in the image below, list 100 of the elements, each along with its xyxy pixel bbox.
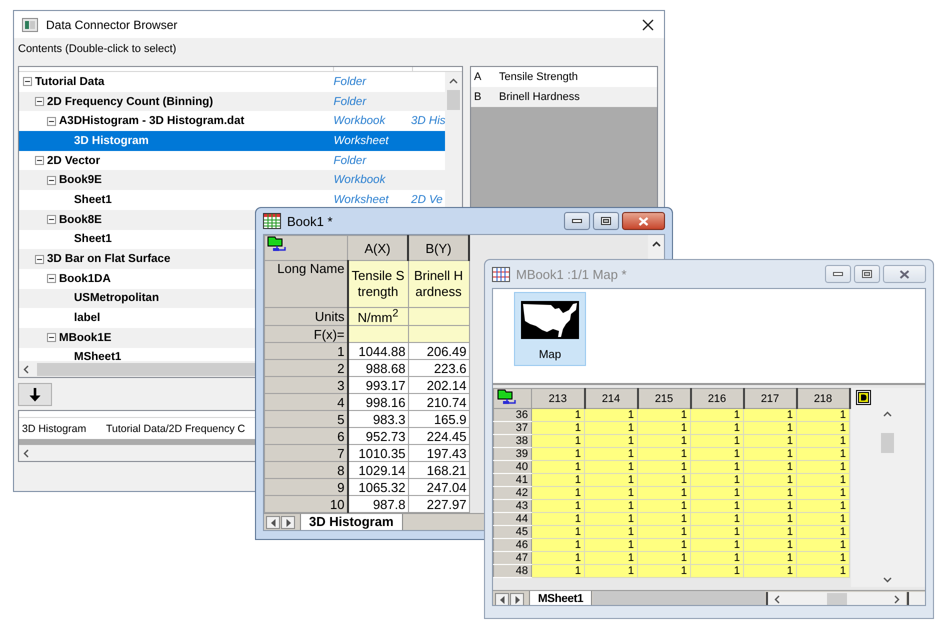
row-number: 44 [494, 512, 532, 526]
table-cell: 1 [584, 434, 638, 448]
long-name-cell: Tensile Strength [348, 260, 408, 308]
table-cell: 1 [532, 564, 584, 578]
table-cell: 1 [584, 526, 638, 538]
table-cell: 1 [690, 538, 744, 552]
row-number: 10 [264, 496, 348, 513]
table-cell: 1029.14 [348, 462, 408, 479]
item-name: Book1DA [59, 272, 111, 285]
item-name: 2D Frequency Count (Binning) [47, 96, 214, 108]
table-cell: 1 [532, 434, 584, 448]
item-name: Sheet1 [74, 233, 112, 246]
table-cell: 1 [584, 448, 638, 460]
row-number: 8 [264, 462, 348, 479]
table-cell: 1 [690, 564, 744, 578]
row-number: 5 [264, 410, 348, 428]
row-number: 40 [494, 460, 532, 474]
table-cell: 1 [690, 512, 744, 526]
table-cell: 206.49 [408, 342, 469, 360]
table-cell: 1 [638, 526, 690, 538]
table-cell: 993.17 [348, 376, 408, 394]
table-cell: 983.3 [348, 410, 408, 428]
column-name: Brinell Hardness [499, 91, 580, 103]
item-type: Folder [334, 154, 366, 167]
row-number: 2 [264, 360, 348, 377]
table-cell: 1 [584, 552, 638, 564]
table-cell: 1 [796, 474, 850, 486]
table-cell: 1 [638, 552, 690, 564]
table-cell: 988.68 [348, 360, 408, 377]
row-number: 9 [264, 478, 348, 496]
table-cell: 1 [638, 500, 690, 512]
table-cell: 1 [744, 448, 796, 460]
long-name-cell: Brinell Hardness [408, 260, 469, 308]
item-info: 2D Ve [411, 194, 443, 206]
row-label: Units [264, 308, 348, 326]
table-cell: 1010.35 [348, 444, 408, 462]
row-number: 38 [494, 434, 532, 448]
item-name: MBook1E [59, 332, 112, 344]
table-cell: 1 [744, 486, 796, 500]
row-label: Long Name [264, 260, 348, 308]
table-cell: 1 [638, 408, 690, 422]
table-cell: 1 [690, 408, 744, 422]
table-cell: 1 [532, 552, 584, 564]
row-number: 43 [494, 500, 532, 512]
row-number: 42 [494, 486, 532, 500]
table-cell: 1 [796, 486, 850, 500]
item-type: Workbook [334, 174, 386, 186]
table-cell: 1 [796, 552, 850, 564]
table-cell: 1 [690, 460, 744, 474]
item-name: Tutorial Data [35, 76, 104, 88]
table-cell: 1 [796, 408, 850, 422]
table-cell: 197.43 [408, 444, 469, 462]
column-letter: B [474, 91, 482, 103]
table-cell: 1 [638, 460, 690, 474]
item-name: Book9E [59, 174, 102, 186]
object-label: Map [538, 349, 562, 361]
table-cell: 952.73 [348, 428, 408, 445]
column-name: Tensile Strength [499, 71, 578, 83]
item-name: A3DHistogram - 3D Histogram.dat [59, 115, 244, 128]
item-type: Folder [334, 76, 366, 88]
table-cell: 1 [690, 500, 744, 512]
table-cell: 1 [744, 564, 796, 578]
table-cell: 1 [584, 500, 638, 512]
table-cell: 1 [532, 512, 584, 526]
row-number: 46 [494, 538, 532, 552]
item-name: USMetropolitan [74, 292, 159, 304]
table-cell: 1 [584, 422, 638, 434]
table-cell: 1 [796, 460, 850, 474]
table-cell: 1 [796, 538, 850, 552]
table-cell: 1 [796, 448, 850, 460]
table-cell: 1 [690, 526, 744, 538]
row-number: 3 [264, 376, 348, 394]
table-cell: 247.04 [408, 478, 469, 496]
table-cell: 1 [532, 538, 584, 552]
item-type: Workbook [333, 115, 386, 128]
item-name: 3D Histogram [74, 134, 149, 147]
table-cell: 202.14 [408, 376, 469, 394]
units-cell: N/mm$^{2}$ [358, 310, 398, 326]
table-cell: 1 [796, 526, 850, 538]
table-cell: 1 [638, 448, 690, 460]
window-title: MBook1 :1/1 Map * [516, 266, 628, 282]
table-cell: 1 [744, 512, 796, 526]
item-name: 3D Bar on Flat Surface [47, 253, 170, 266]
table-cell: 1 [744, 408, 796, 422]
column-letter: A [474, 71, 482, 83]
table-cell: 1 [532, 500, 584, 512]
row-number: 36 [494, 408, 532, 422]
row-number: 37 [494, 422, 532, 434]
row-number: 47 [494, 552, 532, 564]
table-cell: 1 [690, 552, 744, 564]
table-cell: 1 [796, 422, 850, 434]
table-cell: 1 [744, 538, 796, 552]
table-cell: 1 [796, 512, 850, 526]
table-cell: 1044.88 [348, 342, 408, 360]
row-number: 1 [264, 342, 348, 360]
table-cell: 210.74 [408, 394, 469, 411]
row-number: 39 [494, 448, 532, 460]
table-cell: 1 [796, 564, 850, 578]
table-cell: 1 [744, 434, 796, 448]
table-cell: 1 [638, 512, 690, 526]
